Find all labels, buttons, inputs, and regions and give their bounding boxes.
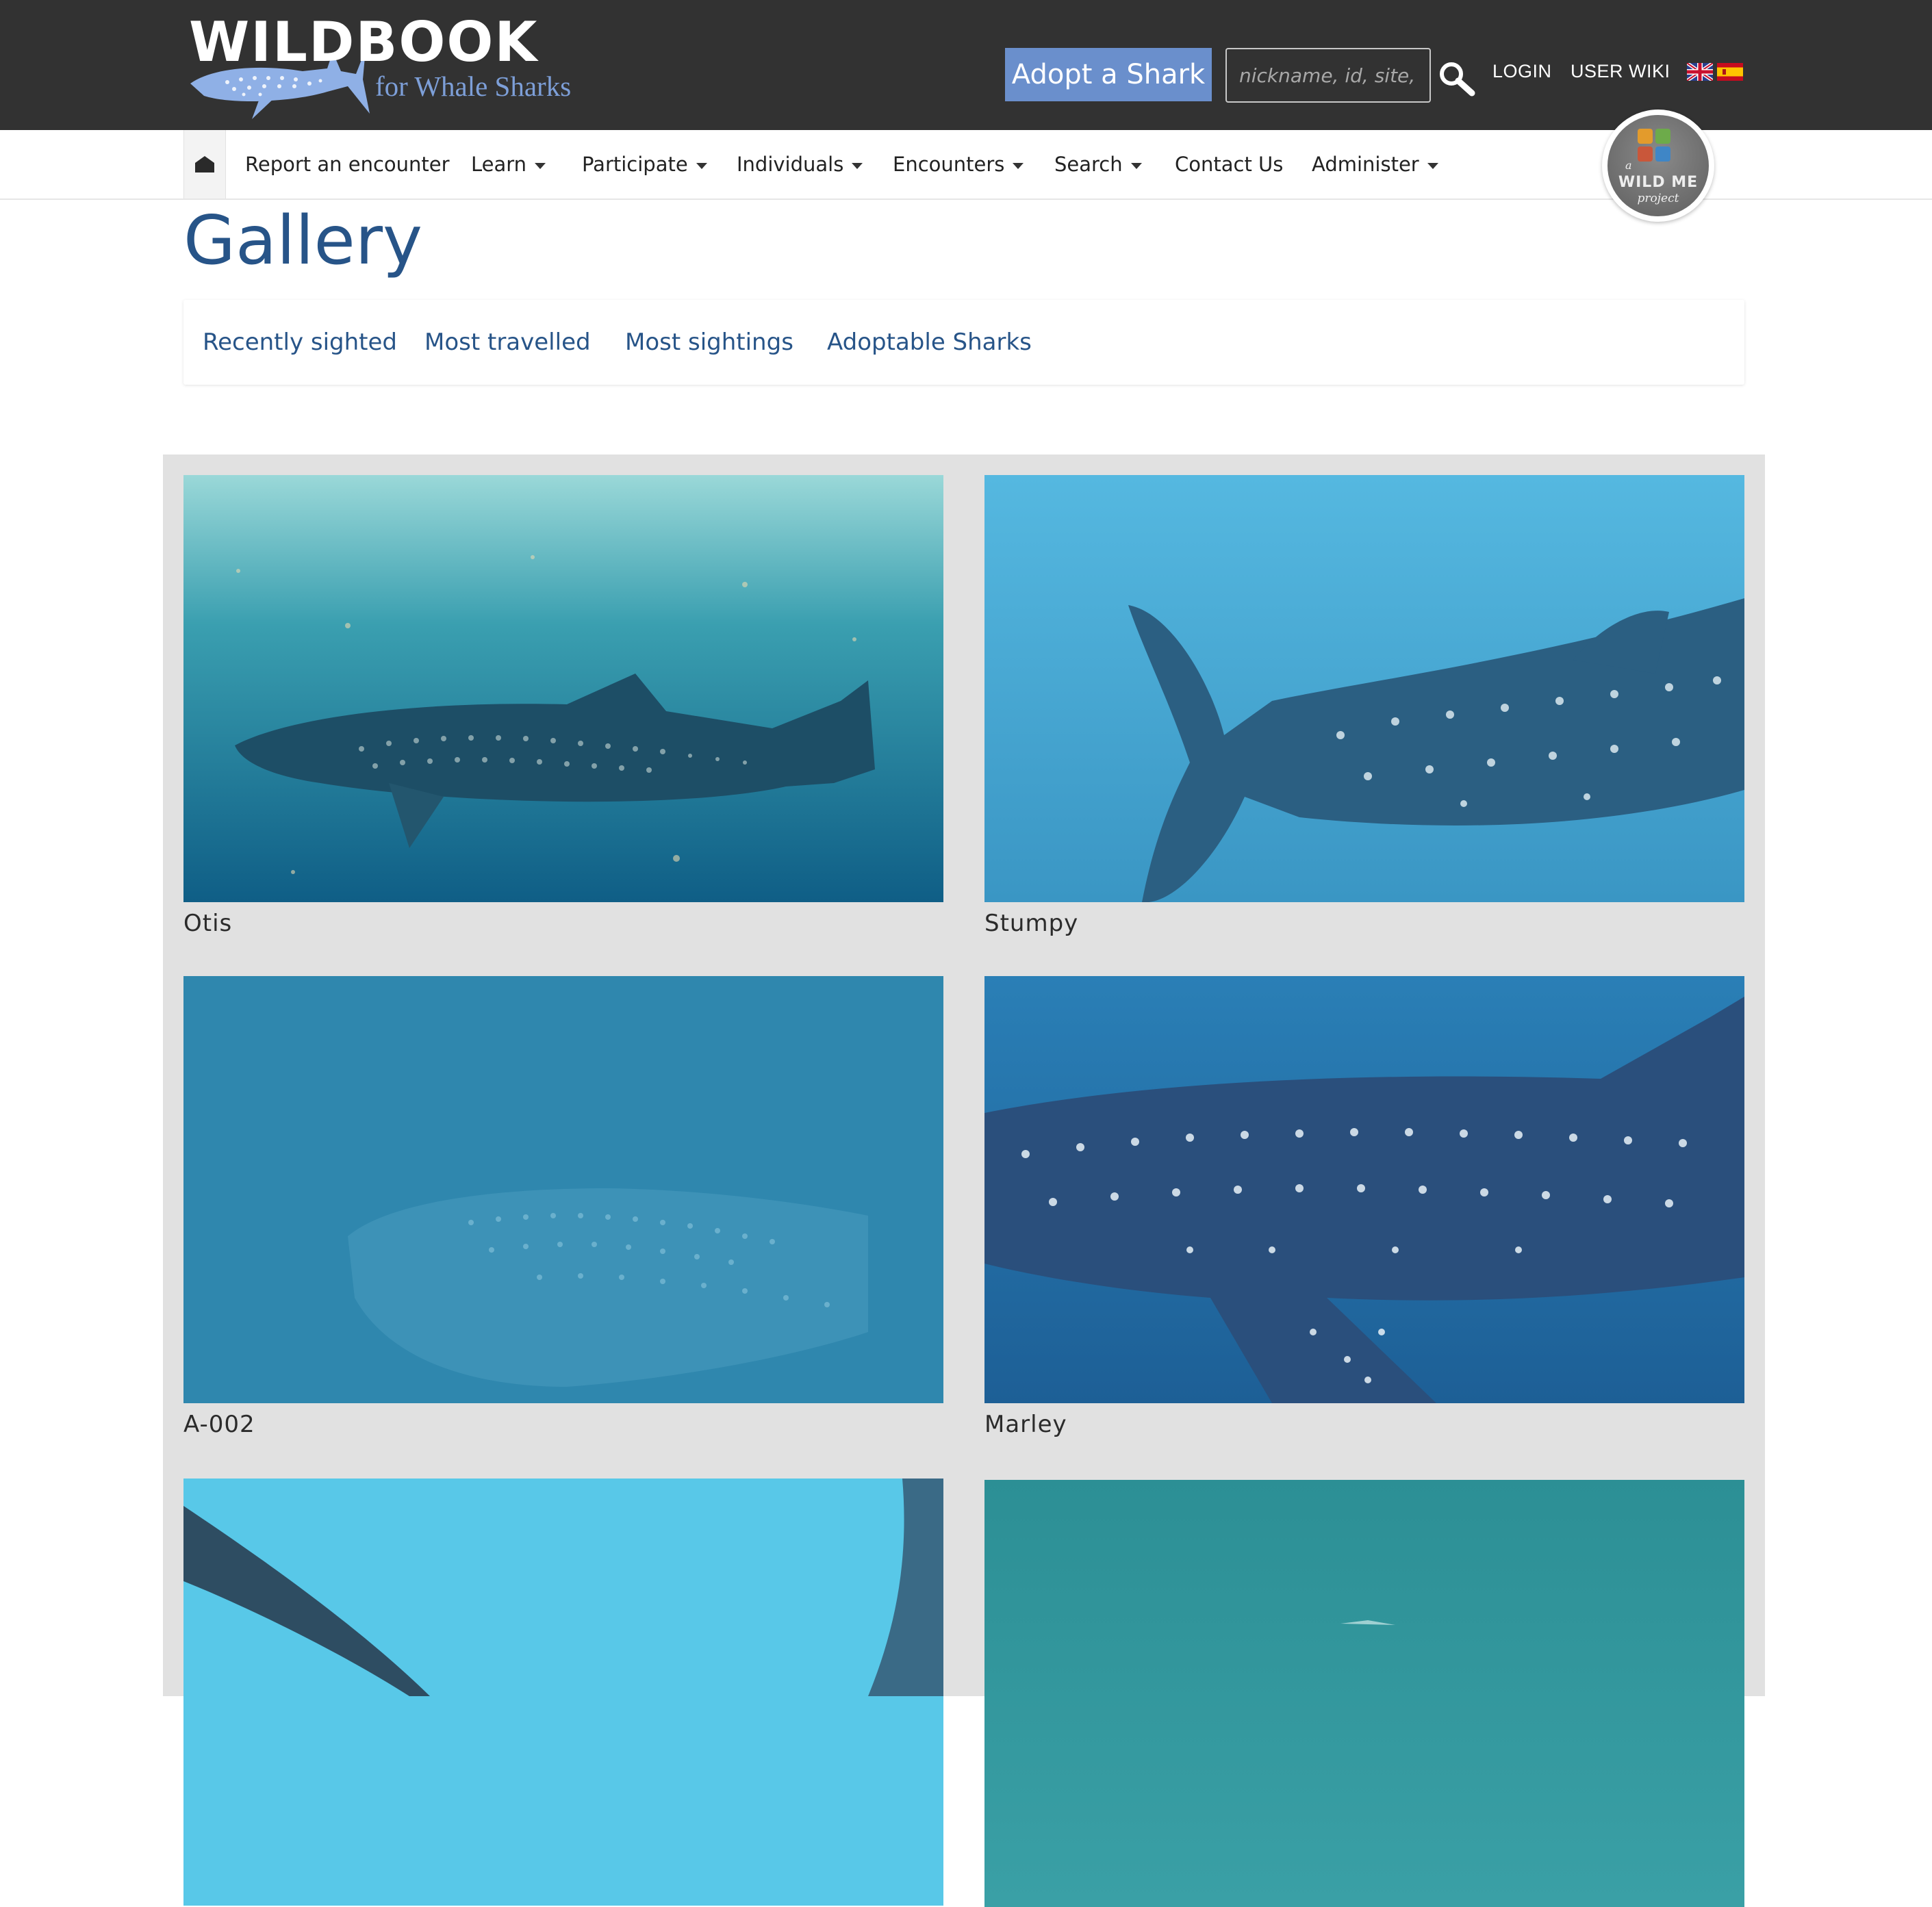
wildme-subtitle: project [1637,192,1679,205]
caret-down-icon [1427,162,1438,169]
brand-subtitle: for Whale Sharks [375,71,572,102]
brand-title: WILDBOOK [189,10,539,74]
tab-adoptable-sharks[interactable]: Adoptable Sharks [827,300,1032,385]
nav-label: Report an encounter [245,153,450,176]
user-wiki-link[interactable]: USER WIKI [1571,56,1670,86]
home-button[interactable] [183,130,226,199]
shark-photo[interactable] [984,976,1744,1403]
adopt-a-shark-button[interactable]: Adopt a Shark [1005,48,1212,101]
caret-down-icon [1013,162,1024,169]
nav-encounters[interactable]: Encounters [893,130,1024,199]
tab-most-sightings[interactable]: Most sightings [625,300,793,385]
shark-photo[interactable] [183,475,943,902]
page-title: Gallery [183,202,423,280]
shark-photo[interactable] [984,475,1744,902]
wildme-tile-icon [1638,129,1653,144]
tab-most-travelled[interactable]: Most travelled [424,300,591,385]
gallery-tabs: Recently sighted Most travelled Most sig… [183,300,1744,385]
nav-search[interactable]: Search [1054,130,1142,199]
wildbook-logo[interactable]: WILDBOOK for Whale Sharks [186,10,571,119]
nav-label: Administer [1312,153,1419,176]
login-link[interactable]: LOGIN [1492,56,1552,86]
nav-label: Individuals [737,153,844,176]
spanish-flag-icon[interactable] [1717,63,1743,81]
nav-learn[interactable]: Learn [471,130,546,199]
search-icon[interactable] [1436,59,1477,97]
wildme-project-badge[interactable]: a WILD ME project [1602,110,1714,222]
home-icon [195,156,214,172]
nav-administer[interactable]: Administer [1312,130,1438,199]
nav-label: Participate [582,153,688,176]
shark-photo[interactable] [984,1480,1744,1907]
search-input[interactable] [1225,48,1431,103]
shark-photo[interactable] [183,1479,943,1906]
shark-name[interactable]: Otis [183,906,232,940]
tab-recently-sighted[interactable]: Recently sighted [203,300,397,385]
wildme-badge-face: a WILD ME project [1607,115,1709,216]
caret-down-icon [696,162,707,169]
shark-name[interactable]: Stumpy [984,906,1078,940]
wildme-tile-icon [1638,146,1653,162]
english-flag-icon[interactable] [1687,63,1713,81]
nav-contact-us[interactable]: Contact Us [1175,130,1283,199]
nav-label: Search [1054,153,1123,176]
shark-photo[interactable] [183,976,943,1403]
wildme-tile-icon [1655,146,1670,162]
gallery-grid: Otis Stumpy A-002 Marley [163,455,1765,1907]
nav-label: Contact Us [1175,153,1284,176]
nav-individuals[interactable]: Individuals [737,130,863,199]
wildme-tile-icon [1655,129,1670,144]
caret-down-icon [535,162,546,169]
nav-label: Learn [471,153,527,176]
nav-label: Encounters [893,153,1005,176]
caret-down-icon [1130,162,1142,169]
shark-name[interactable]: A-002 [183,1407,255,1442]
shark-name[interactable]: Marley [984,1407,1067,1442]
nav-participate[interactable]: Participate [582,130,707,199]
top-header: WILDBOOK for Whale Sharks Adopt a Shark … [0,0,1932,130]
nav-report-encounter[interactable]: Report an encounter [245,130,450,199]
wildme-prefix: a [1625,159,1632,172]
caret-down-icon [852,162,863,169]
wildme-title: WILD ME [1618,174,1699,191]
